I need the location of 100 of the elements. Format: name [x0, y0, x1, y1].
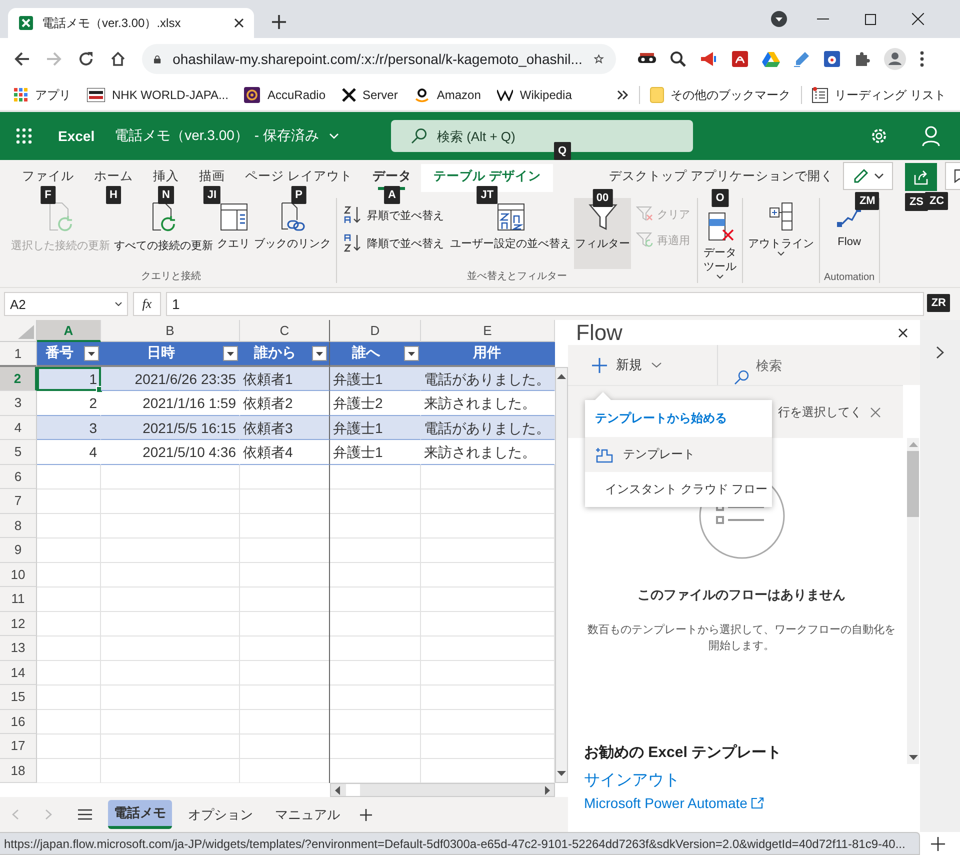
- expand-icon[interactable]: [936, 346, 944, 359]
- close-icon[interactable]: [898, 328, 908, 338]
- scrollbar[interactable]: [330, 783, 555, 797]
- scrollbar[interactable]: [907, 438, 919, 764]
- menu-icon[interactable]: [78, 809, 92, 820]
- settings-icon[interactable]: [870, 127, 888, 145]
- triangle-icon[interactable]: [762, 51, 780, 67]
- avatar-icon[interactable]: [884, 48, 906, 70]
- formula-field[interactable]: 1: [166, 292, 924, 316]
- scrollbar[interactable]: [555, 367, 568, 783]
- keytip: ZR: [927, 294, 950, 312]
- open-desktop-link[interactable]: デスクトップ アプリケーションで開く: [598, 166, 844, 186]
- bookmark[interactable]: Wikipedia: [496, 88, 572, 102]
- name-box[interactable]: A2: [4, 292, 128, 316]
- filter-button[interactable]: [404, 346, 419, 361]
- sheet-tab[interactable]: 電話メモ: [108, 800, 172, 829]
- wiki-icon: [496, 89, 513, 101]
- save-status[interactable]: - 保存済み: [254, 127, 319, 145]
- table-cell: 弁護士1: [330, 416, 421, 440]
- pdf-icon[interactable]: [732, 51, 748, 67]
- new-tab-icon[interactable]: [272, 15, 286, 29]
- bookmark[interactable]: アプリ: [14, 86, 71, 104]
- bookmark[interactable]: AccuRadio: [244, 87, 326, 103]
- table-cell: 電話がありました。: [421, 416, 555, 440]
- filter-button[interactable]: [312, 346, 327, 361]
- up-arrow-icon: [908, 442, 918, 447]
- ribbon-command[interactable]: アウトライン: [747, 198, 815, 283]
- plus-icon[interactable]: [931, 836, 945, 850]
- mask-icon[interactable]: [638, 53, 656, 65]
- reload-icon[interactable]: [78, 51, 94, 67]
- column-header[interactable]: D: [330, 320, 421, 342]
- row-header[interactable]: 4: [0, 416, 37, 440]
- link[interactable]: サインアウト: [584, 770, 680, 791]
- row-header[interactable]: 16: [0, 710, 37, 734]
- menu-item[interactable]: インスタント クラウド フロー: [585, 472, 772, 507]
- search-field[interactable]: 検索: [732, 356, 908, 374]
- row-header[interactable]: 15: [0, 685, 37, 710]
- puzzle-icon[interactable]: [854, 51, 870, 67]
- row-header[interactable]: 17: [0, 734, 37, 758]
- sheet-tab[interactable]: オプション: [182, 802, 259, 828]
- share-button[interactable]: [905, 163, 938, 191]
- header-label: 誰へ: [351, 344, 381, 362]
- account-icon[interactable]: [922, 126, 940, 146]
- column-header[interactable]: E: [421, 320, 555, 342]
- link[interactable]: Microsoft Power Automate: [584, 795, 764, 811]
- group-label: Automation: [824, 272, 875, 283]
- ribbon-command[interactable]: データツール: [702, 208, 738, 283]
- insert-function-button[interactable]: fx: [133, 292, 161, 316]
- chevron-icon[interactable]: [616, 90, 629, 100]
- row-header[interactable]: 1: [0, 342, 37, 366]
- more-icon[interactable]: [920, 51, 924, 67]
- row-header[interactable]: 11: [0, 587, 37, 612]
- app-icon[interactable]: [824, 51, 840, 67]
- bookmark[interactable]: Amazon: [414, 87, 481, 103]
- sheet-tab[interactable]: マニュアル: [269, 802, 346, 828]
- caret-icon: [777, 251, 785, 256]
- app-launcher-icon[interactable]: [16, 128, 32, 144]
- ribbon-command[interactable]: 昇順で並べ替え: [341, 204, 447, 226]
- search-icon[interactable]: [670, 51, 686, 67]
- browser-tab[interactable]: 電話メモ（ver.3.00）.xlsx: [8, 8, 254, 38]
- app-name[interactable]: Excel: [58, 128, 95, 144]
- marker-icon[interactable]: [794, 51, 810, 67]
- home-icon[interactable]: [110, 51, 126, 67]
- row-header[interactable]: 8: [0, 514, 37, 538]
- megaphone-icon[interactable]: [700, 51, 718, 67]
- address-bar[interactable]: ohashilaw-my.sharepoint.com/:x:/r/personal/k-kagemoto_ohashil...: [142, 44, 616, 74]
- row-header[interactable]: 13: [0, 636, 37, 660]
- document-title[interactable]: 電話メモ（ver.3.00）: [114, 127, 248, 145]
- ribbon-command[interactable]: 降順で並べ替え: [341, 232, 447, 254]
- row-header[interactable]: 14: [0, 660, 37, 685]
- logo-icon: [87, 88, 105, 102]
- bookmark[interactable]: Server: [342, 88, 398, 102]
- add-sheet-icon[interactable]: [360, 808, 372, 820]
- filter-button[interactable]: [223, 346, 238, 361]
- scroll-thumb[interactable]: [346, 784, 360, 796]
- row-header[interactable]: 6: [0, 464, 37, 489]
- menu-pointer: [595, 392, 611, 400]
- menu-item[interactable]: テンプレート: [585, 437, 772, 472]
- close-icon[interactable]: [912, 13, 924, 25]
- maximize-icon[interactable]: [865, 14, 876, 24]
- row-header[interactable]: 18: [0, 758, 37, 783]
- reading-list[interactable]: リーディング リスト: [812, 86, 946, 104]
- editing-mode-button[interactable]: [843, 162, 894, 190]
- table-cell: 電話がありました。: [421, 366, 555, 391]
- bookmark[interactable]: NHK WORLD-JAPA...: [87, 88, 228, 102]
- filter-button[interactable]: [84, 346, 99, 361]
- column-header[interactable]: C: [240, 320, 330, 342]
- scroll-thumb[interactable]: [907, 451, 919, 517]
- row-header[interactable]: 12: [0, 612, 37, 636]
- close-icon[interactable]: [234, 18, 244, 28]
- row-header[interactable]: 3: [0, 391, 37, 416]
- row-header[interactable]: 9: [0, 538, 37, 562]
- row-header[interactable]: 7: [0, 489, 37, 514]
- chevron-down-icon[interactable]: [328, 133, 339, 139]
- row-header[interactable]: 5: [0, 440, 37, 464]
- keytip: Q: [554, 142, 571, 160]
- back-icon[interactable]: [14, 51, 30, 67]
- row-header[interactable]: 10: [0, 562, 37, 587]
- column-header[interactable]: B: [101, 320, 240, 342]
- dropdown-icon[interactable]: [771, 11, 787, 27]
